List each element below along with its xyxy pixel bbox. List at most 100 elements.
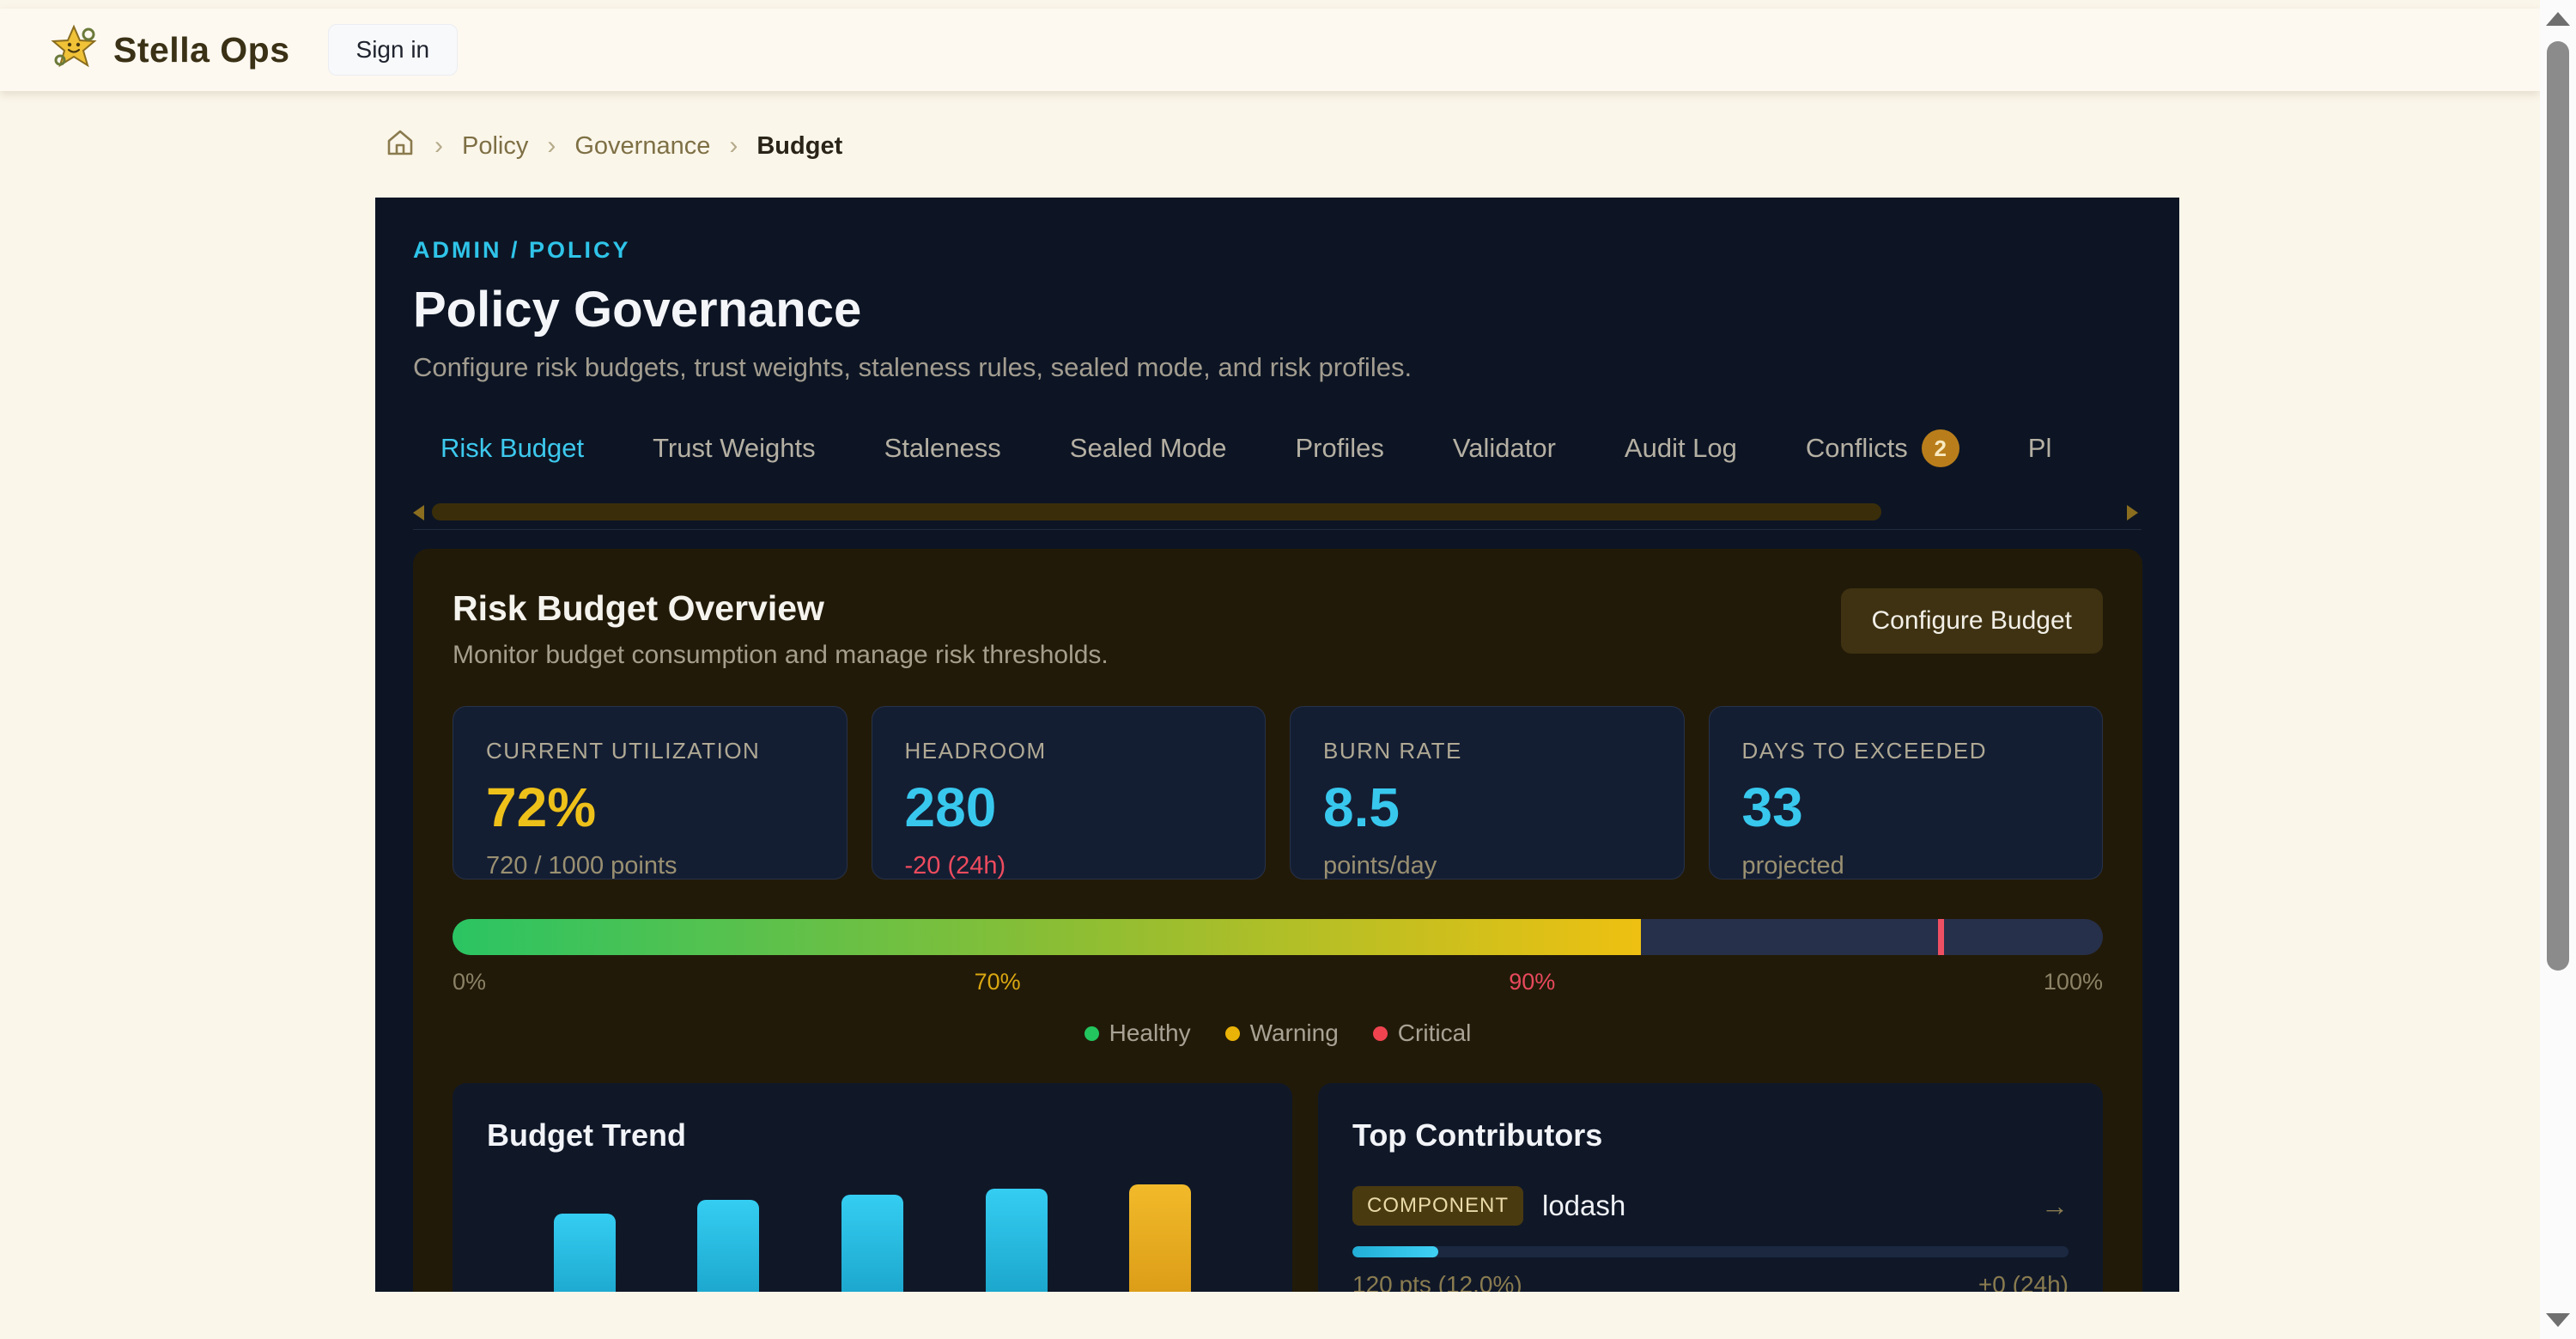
tab-bar: Risk Budget Trust Weights Staleness Seal… [413,423,2142,474]
contributor-delta: +0 (24h) [1978,1271,2069,1292]
legend-label: Critical [1398,1019,1472,1047]
conflicts-count-badge: 2 [1922,429,1959,467]
tab-trust-weights[interactable]: Trust Weights [618,423,850,474]
gauge-threshold-labels: 0% 70% 90% 100% [453,969,2103,995]
overview-subtitle: Monitor budget consumption and manage ri… [453,641,1109,670]
stat-sub: points/day [1323,852,1651,880]
stat-label: DAYS TO EXCEEDED [1742,738,2070,764]
page-background: Stella Ops Sign in › Policy › Governance… [0,0,2540,1339]
breadcrumb-link-policy[interactable]: Policy [462,132,528,161]
home-icon[interactable] [385,127,416,165]
warning-dot-icon [1225,1026,1240,1041]
tab-profiles[interactable]: Profiles [1261,423,1418,474]
tab-validator[interactable]: Validator [1419,423,1590,474]
scroll-right-arrow-icon[interactable] [2127,505,2138,520]
top-contributors-title: Top Contributors [1352,1117,2069,1153]
tab-label: Risk Budget [440,433,584,464]
gauge-label: 90% [1509,969,1555,995]
tabs-divider [413,529,2142,530]
gauge-critical-marker [1938,919,1944,955]
page-title: Policy Governance [413,281,2142,338]
contributor-name[interactable]: lodash [1542,1190,1625,1222]
stat-label: HEADROOM [905,738,1233,764]
overview-title: Risk Budget Overview [453,588,1109,629]
legend-item-warning: Warning [1225,1019,1339,1047]
star-mascot-icon [50,24,98,76]
breadcrumb-separator: › [729,131,738,161]
configure-budget-button[interactable]: Configure Budget [1841,588,2104,654]
critical-dot-icon [1373,1026,1388,1041]
budget-trend-card: Budget Trend 12/1 12/8 12/15 12/22 12/29 [453,1083,1292,1292]
trend-bar [1129,1184,1191,1292]
tab-label: Trust Weights [653,433,816,464]
brand-name: Stella Ops [113,30,290,70]
stat-sub: -20 (24h) [905,852,1233,880]
vertical-scrollbar-thumb[interactable] [2547,41,2569,971]
breadcrumb-link-governance[interactable]: Governance [574,132,710,161]
stat-value: 280 [905,780,1233,835]
budget-trend-title: Budget Trend [487,1117,1258,1153]
stat-cards: CURRENT UTILIZATION 72% 720 / 1000 point… [453,706,2103,879]
stat-card-days-to-exceeded: DAYS TO EXCEEDED 33 projected [1709,706,2104,879]
trend-bar [554,1214,616,1292]
stat-sub: projected [1742,852,2070,880]
legend-item-healthy: Healthy [1084,1019,1191,1047]
tab-label: Validator [1453,433,1556,464]
gauge-legend: Healthy Warning Critical [453,1019,2103,1047]
legend-item-critical: Critical [1373,1019,1472,1047]
tab-audit-log[interactable]: Audit Log [1590,423,1771,474]
stat-sub: 720 / 1000 points [486,852,814,880]
breadcrumb-current: Budget [756,132,842,161]
tabs-horizontal-scrollbar[interactable] [413,503,2142,522]
stat-value: 8.5 [1323,780,1651,835]
contributor-fill [1352,1246,1438,1257]
tab-label: Sealed Mode [1070,433,1227,464]
horizontal-scrollbar-thumb[interactable] [432,503,1881,520]
page-subtitle: Configure risk budgets, trust weights, s… [413,352,2142,383]
legend-label: Healthy [1109,1019,1191,1047]
stat-label: BURN RATE [1323,738,1651,764]
scrollbar-up-arrow-icon[interactable] [2546,12,2570,26]
risk-budget-overview-card: Risk Budget Overview Monitor budget cons… [413,549,2142,1292]
tab-conflicts[interactable]: Conflicts 2 [1771,423,1994,474]
gauge-label: 70% [975,969,1021,995]
sign-in-button[interactable]: Sign in [328,24,459,76]
trend-bar [986,1189,1048,1292]
policy-governance-panel: ADMIN / POLICY Policy Governance Configu… [375,198,2179,1292]
breadcrumb: › Policy › Governance › Budget [385,127,2540,165]
stat-card-headroom: HEADROOM 280 -20 (24h) [872,706,1267,879]
tab-clipped[interactable]: Pl [1994,423,2087,474]
budget-trend-chart [487,1184,1258,1292]
tab-label: Staleness [884,433,1001,464]
arrow-right-icon[interactable]: → [2041,1190,2069,1222]
legend-label: Warning [1250,1019,1339,1047]
tab-risk-budget[interactable]: Risk Budget [413,423,618,474]
section-eyebrow: ADMIN / POLICY [413,237,2142,264]
budget-utilization-gauge [453,919,2103,955]
stat-label: CURRENT UTILIZATION [486,738,814,764]
breadcrumb-separator: › [547,131,556,161]
tab-sealed-mode[interactable]: Sealed Mode [1036,423,1261,474]
gauge-label: 0% [453,969,486,995]
trend-bar [841,1195,903,1292]
gauge-label: 100% [2044,969,2103,995]
brand[interactable]: Stella Ops [50,24,290,76]
scroll-left-arrow-icon[interactable] [413,505,424,520]
vertical-scrollbar[interactable] [2540,0,2576,1339]
top-contributors-card: Top Contributors COMPONENT lodash → 120 … [1318,1083,2103,1292]
top-bar: Stella Ops Sign in [0,9,2540,91]
gauge-fill [453,919,1641,955]
contributor-type-badge: COMPONENT [1352,1186,1523,1226]
stat-value: 72% [486,780,814,835]
tab-label: Conflicts [1806,433,1908,464]
healthy-dot-icon [1084,1026,1099,1041]
tab-label: Profiles [1295,433,1383,464]
stat-card-burn-rate: BURN RATE 8.5 points/day [1290,706,1685,879]
stat-card-current-utilization: CURRENT UTILIZATION 72% 720 / 1000 point… [453,706,848,879]
scrollbar-down-arrow-icon[interactable] [2546,1313,2570,1327]
tab-label: Audit Log [1625,433,1737,464]
tab-label: Pl [2028,433,2052,464]
stat-value: 33 [1742,780,2070,835]
tab-staleness[interactable]: Staleness [850,423,1036,474]
breadcrumb-separator: › [434,131,443,161]
